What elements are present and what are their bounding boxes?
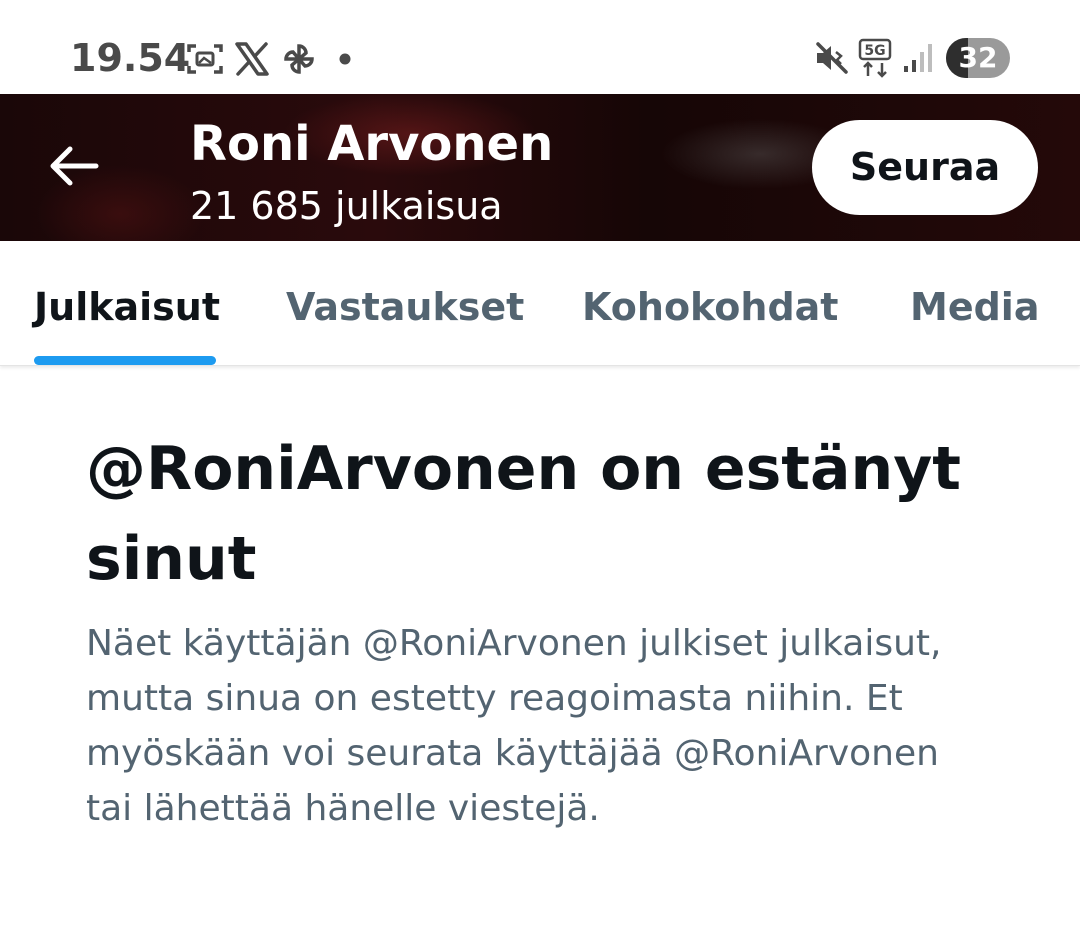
profile-tabs: Julkaisut Vastaukset Kohokohdat Media <box>0 241 1080 366</box>
notification-dot-icon <box>339 53 351 65</box>
back-arrow-icon[interactable] <box>44 140 104 192</box>
profile-name: Roni Arvonen <box>190 116 554 172</box>
battery-level: 32 <box>958 41 998 74</box>
profile-header: Roni Arvonen 21 685 julkaisua Seuraa <box>0 94 1080 241</box>
screenshot-icon <box>187 44 223 74</box>
mute-icon <box>816 42 848 74</box>
tab-julkaisut[interactable]: Julkaisut <box>34 285 220 329</box>
tab-kohokohdat[interactable]: Kohokohdat <box>582 285 838 329</box>
tab-vastaukset[interactable]: Vastaukset <box>286 285 524 329</box>
post-count: 21 685 julkaisua <box>190 184 503 228</box>
follow-button[interactable]: Seuraa <box>812 120 1038 215</box>
status-time: 19.54 <box>70 36 191 80</box>
svg-text:5G: 5G <box>864 43 885 59</box>
active-tab-indicator <box>34 356 216 365</box>
battery-indicator: 32 <box>946 38 1010 78</box>
tab-media[interactable]: Media <box>910 285 1039 329</box>
5g-icon: 5G <box>858 38 892 78</box>
x-logo-icon <box>235 42 269 76</box>
pinwheel-icon <box>284 44 314 74</box>
blocked-title: @RoniArvonen on estänyt sinut <box>86 434 961 594</box>
status-bar: 19.54 5G 32 <box>0 0 1080 94</box>
signal-icon <box>904 44 932 72</box>
blocked-description: Näet käyttäjän @RoniArvonen julkiset jul… <box>86 623 942 829</box>
